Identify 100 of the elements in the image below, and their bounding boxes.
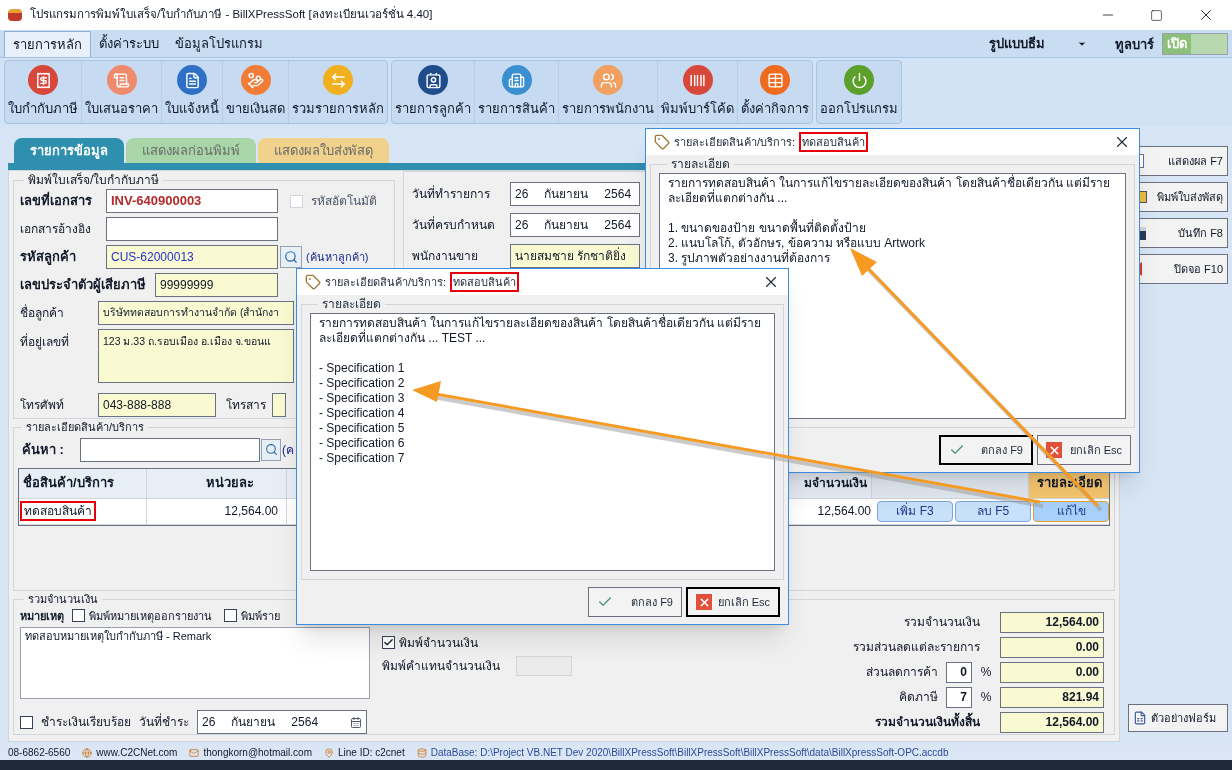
- percent-sign: %: [979, 664, 993, 681]
- amount-field[interactable]: 0.00: [1000, 661, 1104, 683]
- ribbon-button[interactable]: ใบกำกับภาษี: [5, 61, 82, 123]
- text-line: รายการทดสอบสินค้า ในการแก้ไขรายละเอียดของสินค้า โดยสินค้าชื่อเดียวกัน แต่มีราย: [668, 176, 1111, 190]
- cancel-icon: [696, 594, 712, 610]
- checkbox[interactable]: [224, 609, 237, 623]
- ribbon-button[interactable]: ออกโปรแกรม: [817, 61, 901, 123]
- percent-field[interactable]: 7: [946, 686, 972, 708]
- table-cell-text: 12,564.00: [816, 503, 872, 520]
- text-line: - Specification 7: [319, 451, 406, 466]
- document-number-field[interactable]: INV-640900003: [106, 189, 278, 213]
- text-line: รายการทดสอบสินค้า ในการแก้ไขรายละเอียดของสินค้า โดยสินค้าชื่อเดียวกัน แต่มีราย: [319, 316, 762, 330]
- remark-textarea[interactable]: ทดสอบหมายเหตุใบกำกับภาษี - Remark: [20, 627, 370, 699]
- text-line: ละเอียดที่แตกต่างกัน ...: [668, 191, 789, 206]
- search-button[interactable]: [280, 246, 302, 268]
- customer-code-field[interactable]: CUS-62000013: [106, 245, 278, 269]
- reference-field[interactable]: [106, 217, 278, 241]
- ribbon-button[interactable]: ใบเสนอราคา: [82, 61, 162, 123]
- theme-dropdown[interactable]: รูปแบบธีม: [985, 32, 1091, 56]
- status-text: 08-6862-6560: [8, 747, 71, 759]
- search-icon: [264, 443, 278, 456]
- highlighted-product-name: ทดสอบสินค้า: [799, 131, 869, 153]
- field-label: วันที่ครบกำหนด: [412, 216, 496, 234]
- field-label: เลขที่เอกสาร: [20, 191, 93, 211]
- row-action-button[interactable]: เพิ่ม F3: [877, 500, 953, 522]
- dialog-title: รายละเอียดสินค้า/บริการ:: [674, 134, 796, 150]
- search-field[interactable]: [80, 437, 260, 462]
- edit-button[interactable]: แก้ไข: [1033, 500, 1109, 522]
- row-action-button[interactable]: ลบ F5: [955, 500, 1031, 522]
- ribbon-button[interactable]: รายการลูกค้า: [392, 61, 475, 123]
- field-label: พนักงานขาย: [412, 248, 479, 265]
- ribbon-button[interactable]: ขายเงินสด: [223, 61, 289, 123]
- product-name-cell: ทดสอบสินค้า: [20, 501, 96, 521]
- text-line: 2. แนบโลโก้, ตัวอักษร, ข้อความ หรือแบบ Artwork: [668, 236, 926, 250]
- summary-label: คิดภาษี: [899, 689, 938, 706]
- field-label: ชื่อลูกค้า: [20, 304, 65, 322]
- summary-label: ส่วนลดการค้า: [866, 664, 938, 681]
- menu-tab[interactable]: รายการหลัก: [4, 31, 91, 57]
- ribbon-button[interactable]: รายการสินค้า: [475, 61, 559, 123]
- checkbox[interactable]: [72, 609, 85, 623]
- text-line: - Specification 4: [319, 406, 406, 421]
- tax-id-field[interactable]: 99999999: [155, 273, 278, 297]
- ok-button[interactable]: ตกลง F9: [939, 435, 1033, 465]
- dialog-title: รายละเอียดสินค้า/บริการ:: [325, 274, 447, 290]
- field-label: เลขประจำตัวผู้เสียภาษี: [20, 276, 147, 295]
- field-label: รหัสลูกค้า: [20, 248, 77, 267]
- customer-name-field[interactable]: บริษัททดสอบการทำงานจำกัด (สำนักงา: [98, 301, 294, 325]
- phone-field[interactable]: 043-888-888: [98, 393, 216, 417]
- search-customer-link[interactable]: (ค้นหาลูกค้า): [306, 248, 369, 266]
- percent-field[interactable]: 0: [946, 661, 972, 683]
- document-tab[interactable]: รายการข้อมูล: [14, 138, 124, 163]
- cancel-button[interactable]: ยกเลิก Esc: [1037, 435, 1131, 465]
- amount-field[interactable]: 0.00: [1000, 636, 1104, 658]
- address-field[interactable]: 123 ม.33 ถ.รอบเมือง อ.เมือง จ.ขอนแ: [98, 329, 294, 383]
- ribbon-button[interactable]: รายการพนักงาน: [559, 61, 658, 123]
- date-field[interactable]: 26 กันยายน 2564: [510, 213, 640, 237]
- date-field[interactable]: 26 กันยายน 2564: [510, 182, 640, 206]
- ribbon-button[interactable]: พิมพ์บาร์โค้ด: [658, 61, 738, 123]
- ok-button[interactable]: ตกลง F9: [588, 587, 682, 617]
- text-line: - Specification 2: [319, 376, 406, 391]
- remark-label: หมายเหตุ: [20, 608, 64, 624]
- text-line: - Specification 6: [319, 436, 406, 451]
- field-label: วันที่ทำรายการ: [412, 185, 491, 203]
- text-line: - Specification 1: [319, 361, 406, 376]
- salesperson-field[interactable]: นายสมชาย รักชาติยิ่ง: [510, 244, 640, 268]
- column-header: ชื่อสินค้า/บริการ: [19, 468, 147, 498]
- checkbox-label: พิมพ์หมายเหตุออกรายงาน: [89, 608, 212, 624]
- amount-field[interactable]: 12,564.00: [1000, 711, 1104, 733]
- tag-icon: [305, 274, 321, 290]
- menu-tab[interactable]: ตั้งค่าระบบ: [91, 31, 167, 57]
- field-label: โทรศัพท์: [20, 397, 65, 414]
- menu-tab[interactable]: ข้อมูลโปรแกรม: [167, 31, 271, 57]
- checkbox-label: พิมพ์จำนวนเงิน: [399, 634, 478, 652]
- form-sample-button[interactable]: ตัวอย่างฟอร์ม: [1128, 704, 1228, 732]
- amount-field[interactable]: 821.94: [1000, 686, 1104, 708]
- status-text: www.C2CNet.com: [96, 747, 178, 759]
- ribbon-button[interactable]: ใบแจ้งหนี้: [162, 61, 223, 123]
- highlighted-product-name: ทดสอบสินค้า: [450, 271, 520, 293]
- window-title: โปรแกรมการพิมพ์ใบเสร็จ/ใบกำกับภาษี - BillXPressSoft [ลงทะเบียนเวอร์ชั่น 4.40]: [30, 6, 433, 23]
- document-tab[interactable]: แสดงผลใบส่งพัสดุ: [258, 138, 389, 163]
- fax-field[interactable]: [272, 393, 286, 417]
- checkbox[interactable]: [382, 636, 395, 649]
- search-link[interactable]: (ค: [282, 440, 294, 459]
- ribbon-button[interactable]: รวมรายการหลัก: [289, 61, 387, 123]
- checkbox-label: ชำระเงินเรียบร้อย: [41, 714, 131, 731]
- checkbox-label: พิมพ์ราย: [241, 608, 280, 624]
- payment-date-field[interactable]: 26 กันยายน 2564: [197, 710, 367, 734]
- search-button[interactable]: [261, 438, 281, 461]
- amount-field[interactable]: 12,564.00: [1000, 611, 1104, 633]
- pin-icon: [323, 748, 334, 758]
- calendar-icon[interactable]: [350, 715, 362, 729]
- checkbox[interactable]: [20, 715, 33, 729]
- cancel-button[interactable]: ยกเลิก Esc: [686, 587, 780, 617]
- ribbon-button[interactable]: ตั้งค่ากิจการ: [738, 61, 812, 123]
- maximize-icon[interactable]: [1150, 8, 1163, 22]
- amount-words-field[interactable]: [516, 655, 572, 676]
- group-label: รายละเอียด: [321, 296, 382, 313]
- caret-icon: [1077, 39, 1087, 49]
- text-line: - Specification 3: [319, 391, 406, 406]
- description-textarea[interactable]: [310, 313, 775, 571]
